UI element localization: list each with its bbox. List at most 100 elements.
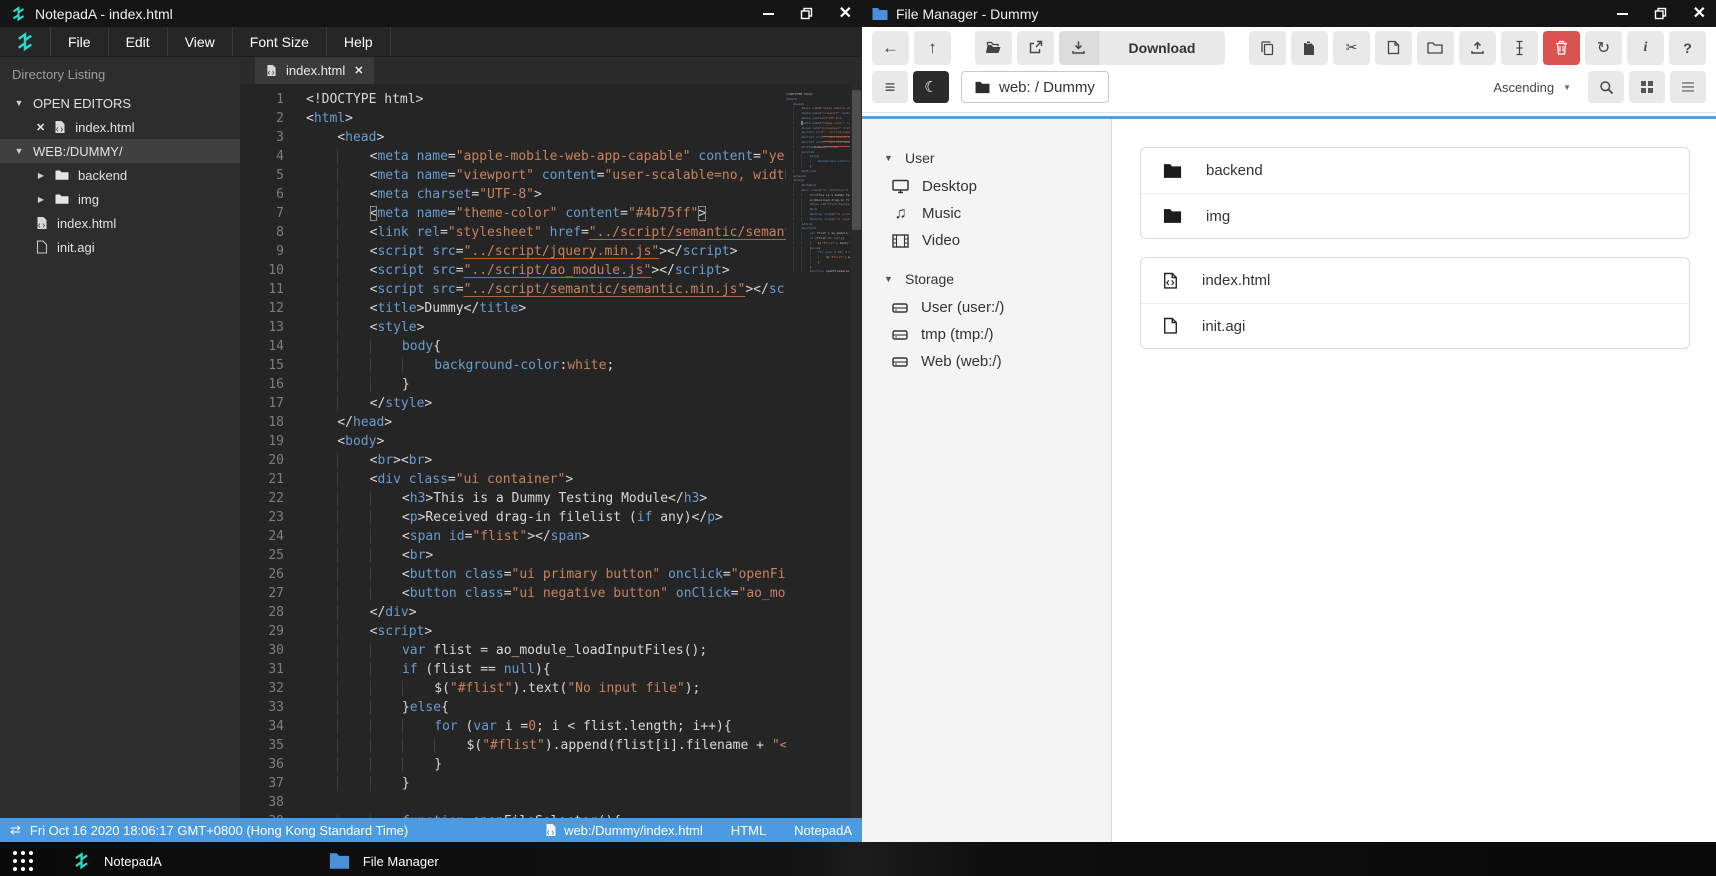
menu-button[interactable]: ≡ — [872, 71, 908, 103]
paste-button[interactable] — [1290, 30, 1328, 65]
code-line[interactable]: 31 if (flist == null){ — [240, 660, 786, 679]
sidebar-item-video[interactable]: Video — [862, 227, 1111, 254]
code-line[interactable]: 13 <style> — [240, 318, 786, 337]
minimize-button[interactable] — [762, 12, 774, 15]
sidebar-section-storage[interactable]: ▼ Storage — [862, 264, 1111, 294]
code-line[interactable]: 15 background-color:white; — [240, 356, 786, 375]
open-external-button[interactable] — [1016, 30, 1054, 65]
code-line[interactable]: 33 }else{ — [240, 698, 786, 717]
tab-close-icon[interactable]: ✕ — [354, 64, 363, 77]
file-row-index-html[interactable]: index.html — [1141, 258, 1689, 303]
code-line[interactable]: 36 } — [240, 755, 786, 774]
code-line[interactable]: 38 — [240, 793, 786, 812]
rename-button[interactable] — [1500, 30, 1538, 65]
code-line[interactable]: 6 <meta charset="UTF-8"> — [240, 185, 786, 204]
code-line[interactable]: 29 <script> — [240, 622, 786, 641]
code-line[interactable]: 12 <title>Dummy</title> — [240, 299, 786, 318]
code-line[interactable]: 3 <head> — [240, 128, 786, 147]
back-button[interactable]: ← — [872, 30, 909, 65]
code-line[interactable]: 27 <button class="ui negative button" on… — [240, 584, 786, 603]
code-line[interactable]: 4 <meta name="apple-mobile-web-app-capab… — [240, 147, 786, 166]
code-line[interactable]: 11 <script src="../script/semantic/seman… — [240, 280, 786, 299]
sort-order-dropdown[interactable]: Ascending ▼ — [1493, 80, 1571, 95]
sidebar-item-tmp-drive[interactable]: tmp (tmp:/) — [862, 321, 1111, 348]
code-line[interactable]: 28 </div> — [240, 603, 786, 622]
taskbar-item-notepada[interactable]: NotepadA — [46, 846, 188, 876]
code-line[interactable]: 16 } — [240, 375, 786, 394]
code-line[interactable]: 32 $("#flist").text("No input file"); — [240, 679, 786, 698]
notepada-titlebar[interactable]: NotepadA - index.html ✕ — [0, 0, 862, 27]
code-line[interactable]: 1 <!DOCTYPE html> — [240, 90, 786, 109]
upload-button[interactable] — [1458, 30, 1496, 65]
code-line[interactable]: 9 <script src="../script/jquery.min.js">… — [240, 242, 786, 261]
dark-mode-button[interactable]: ☾ — [913, 71, 949, 103]
close-button[interactable]: ✕ — [1693, 5, 1706, 22]
tree-item-index-html[interactable]: index.html — [0, 211, 240, 235]
open-editor-index-html[interactable]: ✕ index.html — [0, 115, 240, 139]
restore-button[interactable] — [1654, 7, 1667, 20]
code-line[interactable]: 5 <meta name="viewport" content="user-sc… — [240, 166, 786, 185]
file-row-backend[interactable]: backend — [1141, 148, 1689, 193]
file-row-img[interactable]: img — [1141, 193, 1689, 238]
code-line[interactable]: 17 </style> — [240, 394, 786, 413]
code-line[interactable]: 39 function openFileSelector(){ — [240, 812, 786, 818]
tree-item-backend[interactable]: ▶ backend — [0, 163, 240, 187]
editor-scrollbar[interactable] — [851, 84, 862, 818]
search-button[interactable] — [1588, 71, 1624, 103]
sidebar-item-web-drive[interactable]: Web (web:/) — [862, 348, 1111, 375]
code-line[interactable]: 7 <meta name="theme-color" content="#4b7… — [240, 204, 786, 223]
delete-button[interactable] — [1542, 30, 1580, 65]
menu-file[interactable]: File — [51, 27, 109, 56]
file-manager-titlebar[interactable]: File Manager - Dummy ✕ — [862, 0, 1716, 27]
open-button[interactable] — [974, 30, 1012, 65]
grid-view-button[interactable] — [1629, 71, 1665, 103]
cut-button[interactable]: ✂ — [1332, 30, 1370, 65]
code-line[interactable]: 18 </head> — [240, 413, 786, 432]
menu-edit[interactable]: Edit — [109, 27, 168, 56]
code-line[interactable]: 19 <body> — [240, 432, 786, 451]
code-line[interactable]: 8 <link rel="stylesheet" href="../script… — [240, 223, 786, 242]
sidebar-item-music[interactable]: ♫ Music — [862, 200, 1111, 227]
refresh-button[interactable]: ↻ — [1584, 30, 1622, 65]
tree-root-web-dummy[interactable]: ▼ WEB:/DUMMY/ — [0, 139, 240, 163]
menu-view[interactable]: View — [168, 27, 233, 56]
code-line[interactable]: 24 <span id="flist"></span> — [240, 527, 786, 546]
code-line[interactable]: 21 <div class="ui container"> — [240, 470, 786, 489]
code-line[interactable]: 30 var flist = ao_module_loadInputFiles(… — [240, 641, 786, 660]
code-line[interactable]: 34 for (var i =0; i < flist.length; i++)… — [240, 717, 786, 736]
tree-item-init-agi[interactable]: init.agi — [0, 235, 240, 259]
tab-index-html[interactable]: index.html ✕ — [255, 57, 375, 84]
code-line[interactable]: 26 <button class="ui primary button" onc… — [240, 565, 786, 584]
code-area[interactable]: 1 <!DOCTYPE html> 2 <html> 3 <head> 4 <meta n… — [240, 90, 786, 818]
sidebar-section-user[interactable]: ▼ User — [862, 143, 1111, 173]
code-line[interactable]: 22 <h3>This is a Dummy Testing Module</h… — [240, 489, 786, 508]
menu-font-size[interactable]: Font Size — [233, 27, 327, 56]
code-line[interactable]: 2 <html> — [240, 109, 786, 128]
close-file-icon[interactable]: ✕ — [36, 121, 45, 134]
scrollbar-thumb[interactable] — [852, 90, 861, 230]
tree-open-editors[interactable]: ▼ OPEN EDITORS — [0, 91, 240, 115]
list-view-button[interactable] — [1670, 71, 1706, 103]
new-folder-button[interactable] — [1416, 30, 1454, 65]
close-button[interactable]: ✕ — [839, 5, 852, 22]
app-launcher-button[interactable] — [0, 846, 46, 876]
minimap[interactable]: <!DOCTYPE html> <html> <head> <meta name=… — [786, 92, 850, 818]
up-button[interactable]: ↑ — [914, 30, 951, 65]
code-line[interactable]: 25 <br> — [240, 546, 786, 565]
file-row-init-agi[interactable]: init.agi — [1141, 303, 1689, 348]
sidebar-item-user-drive[interactable]: User (user:/) — [862, 294, 1111, 321]
new-file-button[interactable] — [1374, 30, 1412, 65]
minimize-button[interactable] — [1616, 12, 1628, 15]
copy-button[interactable] — [1248, 30, 1286, 65]
taskbar-item-file-manager[interactable]: File Manager — [303, 846, 465, 876]
restore-button[interactable] — [800, 7, 813, 20]
code-line[interactable]: 35 $("#flist").append(flist[i].filename … — [240, 736, 786, 755]
code-line[interactable]: 37 } — [240, 774, 786, 793]
menu-help[interactable]: Help — [327, 27, 391, 56]
code-line[interactable]: 10 <script src="../script/ao_module.js">… — [240, 261, 786, 280]
download-button[interactable]: Download — [1058, 30, 1226, 65]
sidebar-item-desktop[interactable]: Desktop — [862, 173, 1111, 200]
help-button[interactable]: ? — [1668, 30, 1706, 65]
tree-item-img[interactable]: ▶ img — [0, 187, 240, 211]
code-editor[interactable]: 1 <!DOCTYPE html> 2 <html> 3 <head> 4 <meta n… — [240, 84, 862, 818]
